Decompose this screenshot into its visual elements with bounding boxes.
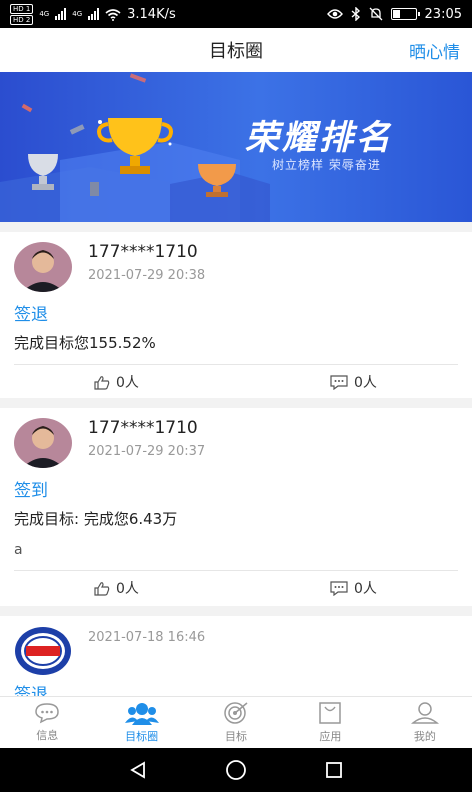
banner-title: 荣耀排名 xyxy=(245,118,393,158)
post-time: 2021-07-29 20:38 xyxy=(88,268,206,283)
target-icon xyxy=(224,702,248,724)
network-speed: 3.14K/s xyxy=(127,6,176,22)
post-card: 2021-07-18 16:46 签退 xyxy=(0,616,472,696)
post-card: 177****1710 2021-07-29 20:38 签退 完成目标您155… xyxy=(0,232,472,398)
battery-icon xyxy=(390,8,420,20)
tab-apps[interactable]: 应用 xyxy=(283,697,377,748)
back-icon[interactable] xyxy=(128,760,148,780)
thumbs-up-icon xyxy=(94,375,110,390)
ranking-banner[interactable]: 荣耀排名 树立榜样 荣辱奋进 xyxy=(0,72,472,222)
username: 177****1710 xyxy=(88,242,198,262)
signal-icon-2 xyxy=(88,8,100,20)
like-count: 0人 xyxy=(116,581,139,597)
like-button[interactable]: 0人 xyxy=(94,372,139,392)
comment-count: 0人 xyxy=(354,581,377,597)
status-bar: HD 1 HD 2 4G 4G 3.14K/s 23:05 xyxy=(0,0,472,28)
group-icon xyxy=(124,703,159,725)
logo-avatar-icon xyxy=(15,627,71,675)
avatar[interactable] xyxy=(14,418,72,468)
avatar[interactable] xyxy=(14,242,72,292)
comment-icon xyxy=(330,374,348,390)
user-icon xyxy=(410,702,439,724)
bluetooth-icon xyxy=(351,7,360,21)
post-time: 2021-07-29 20:37 xyxy=(88,444,206,459)
comment-icon xyxy=(330,580,348,596)
tab-label: 信息 xyxy=(36,729,59,742)
tab-bar: 信息 目标圈 目标 应用 我的 xyxy=(0,696,472,748)
tab-label: 目标圈 xyxy=(125,730,159,743)
checkin-status: 签到 xyxy=(14,481,48,501)
post-note: a xyxy=(14,542,23,558)
tab-label: 我的 xyxy=(413,730,436,743)
checkin-status: 签退 xyxy=(14,685,48,696)
banner-subtitle: 树立榜样 荣辱奋进 xyxy=(272,158,381,172)
post-feed[interactable]: 177****1710 2021-07-29 20:38 签退 完成目标您155… xyxy=(0,222,472,696)
mute-bell-icon xyxy=(369,7,382,21)
post-content: 完成目标您155.52% xyxy=(14,334,156,352)
comment-button[interactable]: 0人 xyxy=(330,372,377,392)
recents-icon[interactable] xyxy=(324,760,344,780)
network-type-1: 4G xyxy=(39,10,50,18)
sim-indicators: HD 1 HD 2 xyxy=(10,3,34,25)
wifi-icon xyxy=(105,8,121,21)
tab-goal-circle[interactable]: 目标圈 xyxy=(94,697,188,748)
trophy-illustration xyxy=(0,73,270,222)
signal-icon xyxy=(55,8,67,20)
like-count: 0人 xyxy=(116,375,139,391)
tab-label: 目标 xyxy=(225,730,248,743)
comment-count: 0人 xyxy=(354,375,377,391)
network-type-2: 4G xyxy=(72,10,83,18)
bag-icon xyxy=(319,702,342,724)
app-header: 目标圈 晒心情 xyxy=(0,28,472,72)
tab-profile[interactable]: 我的 xyxy=(378,697,472,748)
system-nav-bar xyxy=(0,748,472,792)
like-button[interactable]: 0人 xyxy=(94,578,139,598)
sim2-icon: HD 2 xyxy=(10,14,34,25)
tab-goals[interactable]: 目标 xyxy=(189,697,283,748)
thumbs-up-icon xyxy=(94,581,110,596)
home-icon[interactable] xyxy=(225,759,247,781)
tab-messages[interactable]: 信息 xyxy=(0,697,94,748)
page-title: 目标圈 xyxy=(209,41,263,62)
share-mood-button[interactable]: 晒心情 xyxy=(409,38,460,63)
eye-icon xyxy=(326,9,343,19)
post-time: 2021-07-18 16:46 xyxy=(88,630,206,645)
username: 177****1710 xyxy=(88,418,198,438)
checkin-status: 签退 xyxy=(14,305,48,325)
clock: 23:05 xyxy=(424,6,462,22)
avatar[interactable] xyxy=(14,626,72,676)
comment-button[interactable]: 0人 xyxy=(330,578,377,598)
post-card: 177****1710 2021-07-29 20:37 签到 完成目标: 完成… xyxy=(0,408,472,606)
tab-label: 应用 xyxy=(319,730,342,743)
divider xyxy=(14,570,458,571)
silver-trophy-icon xyxy=(28,154,58,190)
post-content: 完成目标: 完成您6.43万 xyxy=(14,510,178,528)
chat-bubble-icon xyxy=(35,703,59,724)
sim1-icon: HD 1 xyxy=(10,3,34,14)
divider xyxy=(14,364,458,365)
